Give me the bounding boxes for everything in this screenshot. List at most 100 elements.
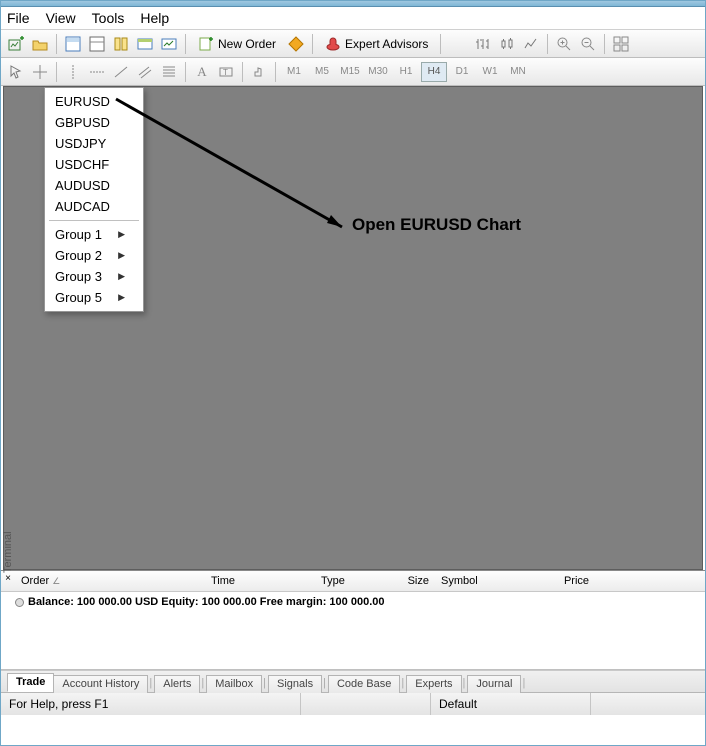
arrange-icon <box>613 36 629 52</box>
tf-d1[interactable]: D1 <box>449 62 475 82</box>
toolbar-separator <box>604 34 605 54</box>
line-chart-button[interactable] <box>520 33 542 55</box>
strategy-tester-button[interactable] <box>158 33 180 55</box>
annotation-label: Open EURUSD Chart <box>352 215 521 235</box>
dropdown-item-audcad[interactable]: AUDCAD <box>45 196 143 217</box>
new-order-label: New Order <box>218 37 276 51</box>
toolbar-separator <box>56 62 57 82</box>
col-price[interactable]: Price <box>525 575 595 587</box>
toolbar-separator <box>185 62 186 82</box>
dropdown-group-3[interactable]: Group 3▶ <box>45 266 143 287</box>
navigator-icon <box>113 36 129 52</box>
terminal-tabs: Terminal Trade Account History| Alerts| … <box>1 670 705 692</box>
tab-code-base[interactable]: Code Base <box>328 675 400 693</box>
tf-h1[interactable]: H1 <box>393 62 419 82</box>
dropdown-separator <box>49 220 139 221</box>
terminal-button[interactable] <box>134 33 156 55</box>
tf-m15[interactable]: M15 <box>337 62 363 82</box>
dropdown-group-2[interactable]: Group 2 ▶ <box>45 245 143 266</box>
tab-trade[interactable]: Trade <box>7 673 54 692</box>
dropdown-item-gbpusd[interactable]: GBPUSD <box>45 112 143 133</box>
dropdown-item-audusd[interactable]: AUDUSD <box>45 175 143 196</box>
folder-icon <box>32 36 48 52</box>
channel-icon <box>137 64 153 80</box>
dropdown-group-1[interactable]: Group 1 ▶ <box>45 224 143 245</box>
metaquotes-button[interactable] <box>285 33 307 55</box>
market-watch-button[interactable] <box>62 33 84 55</box>
zoom-out-button[interactable] <box>577 33 599 55</box>
menu-file[interactable]: File <box>7 10 30 26</box>
trendline-button[interactable] <box>110 61 132 83</box>
tab-journal[interactable]: Journal <box>467 675 521 693</box>
horizontal-line-button[interactable] <box>86 61 108 83</box>
label-icon: T <box>218 64 234 80</box>
expert-advisors-button[interactable]: Expert Advisors <box>318 33 435 55</box>
toolbar-main: New Order Expert Advisors <box>1 30 705 58</box>
tab-experts[interactable]: Experts <box>406 675 461 693</box>
shapes-button[interactable] <box>248 61 270 83</box>
arrange-windows-button[interactable] <box>610 33 632 55</box>
zoom-in-button[interactable] <box>553 33 575 55</box>
candles-button[interactable] <box>496 33 518 55</box>
tab-mailbox[interactable]: Mailbox <box>206 675 262 693</box>
text-button[interactable]: A <box>191 61 213 83</box>
tf-m5[interactable]: M5 <box>309 62 335 82</box>
market-watch-icon <box>65 36 81 52</box>
bar-chart-button[interactable] <box>472 33 494 55</box>
tf-m1[interactable]: M1 <box>281 62 307 82</box>
new-order-button[interactable]: New Order <box>191 33 283 55</box>
fibonacci-button[interactable] <box>158 61 180 83</box>
col-symbol[interactable]: Symbol <box>435 575 525 587</box>
status-empty-2 <box>591 693 705 715</box>
menu-help[interactable]: Help <box>140 10 169 26</box>
tab-account-history[interactable]: Account History <box>53 675 148 693</box>
menu-view[interactable]: View <box>46 10 76 26</box>
line-icon <box>523 36 539 52</box>
dropdown-group-label: Group 1 <box>55 227 102 242</box>
data-window-button[interactable] <box>86 33 108 55</box>
new-chart-button[interactable] <box>5 33 27 55</box>
terminal-close-button[interactable]: × <box>3 573 13 583</box>
dropdown-group-5[interactable]: Group 5▶ <box>45 287 143 308</box>
submenu-arrow-icon: ▶ <box>118 229 125 240</box>
zoom-out-icon <box>580 36 596 52</box>
toolbar-separator <box>56 34 57 54</box>
text-a-icon: A <box>197 64 206 80</box>
crosshair-button[interactable] <box>29 61 51 83</box>
tf-m30[interactable]: M30 <box>365 62 391 82</box>
status-profile[interactable]: Default <box>431 693 591 715</box>
col-type[interactable]: Type <box>315 575 375 587</box>
dropdown-group-label: Group 2 <box>55 248 102 263</box>
menu-tools[interactable]: Tools <box>92 10 125 26</box>
cursor-icon <box>8 64 24 80</box>
dropdown-item-eurusd[interactable]: EURUSD <box>45 91 143 112</box>
tf-mn[interactable]: MN <box>505 62 531 82</box>
svg-text:T: T <box>223 68 228 77</box>
navigator-button[interactable] <box>110 33 132 55</box>
vertical-line-button[interactable] <box>62 61 84 83</box>
col-time[interactable]: Time <box>205 575 315 587</box>
text-label-button[interactable]: T <box>215 61 237 83</box>
status-help: For Help, press F1 <box>1 693 301 715</box>
submenu-arrow-icon: ▶ <box>118 250 125 261</box>
data-window-icon <box>89 36 105 52</box>
col-size[interactable]: Size <box>375 575 435 587</box>
cursor-button[interactable] <box>5 61 27 83</box>
col-order[interactable]: Order ∠ <box>15 575 205 587</box>
thumbs-icon <box>251 64 267 80</box>
balance-row: Balance: 100 000.00 USD Equity: 100 000.… <box>15 596 705 608</box>
tab-signals[interactable]: Signals <box>268 675 322 693</box>
chart-plus-icon <box>8 36 24 52</box>
dropdown-item-usdjpy[interactable]: USDJPY <box>45 133 143 154</box>
submenu-arrow-icon: ▶ <box>118 271 125 282</box>
channel-button[interactable] <box>134 61 156 83</box>
trendline-icon <box>113 64 129 80</box>
profiles-button[interactable] <box>29 33 51 55</box>
tab-alerts[interactable]: Alerts <box>154 675 200 693</box>
tf-h4[interactable]: H4 <box>421 62 447 82</box>
crosshair-icon <box>32 64 48 80</box>
tf-w1[interactable]: W1 <box>477 62 503 82</box>
expert-hat-icon <box>325 36 341 52</box>
toolbar-separator <box>440 34 441 54</box>
dropdown-item-usdchf[interactable]: USDCHF <box>45 154 143 175</box>
